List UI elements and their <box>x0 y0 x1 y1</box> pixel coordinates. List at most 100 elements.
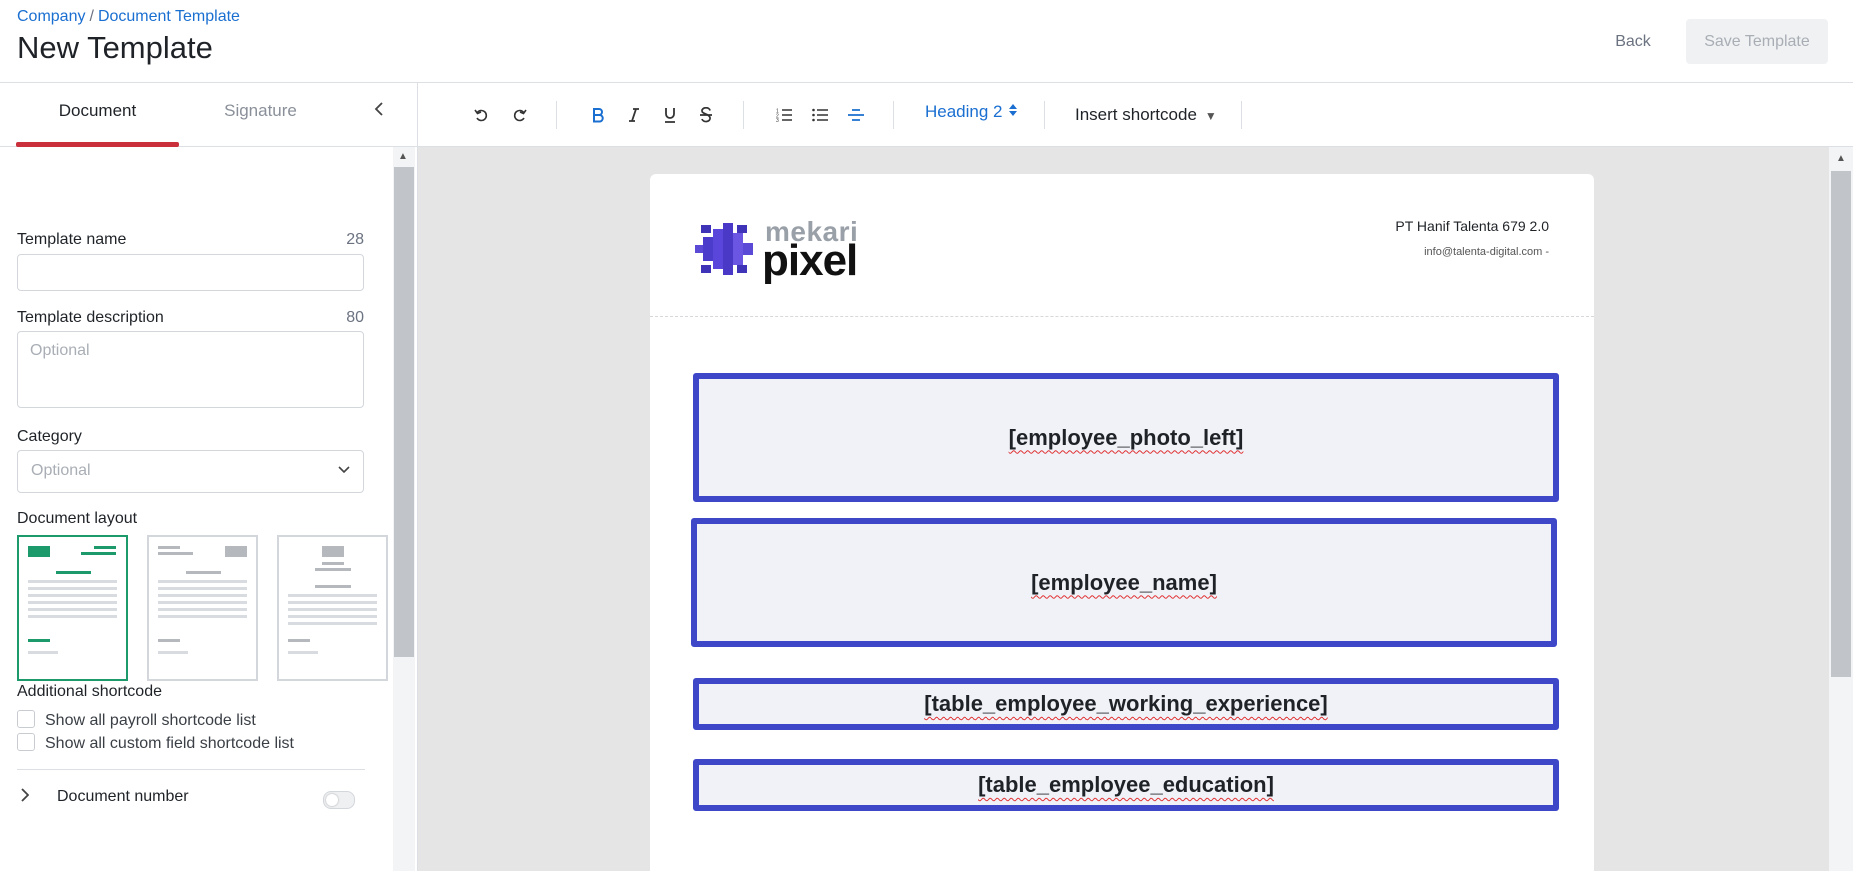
layout-line <box>158 651 188 654</box>
breadcrumb-company-link[interactable]: Company <box>17 8 85 25</box>
breadcrumb-document-template-link[interactable]: Document Template <box>98 8 240 25</box>
save-template-button[interactable]: Save Template <box>1686 19 1828 64</box>
template-name-char-count: 28 <box>346 231 364 248</box>
layout-option-left-logo[interactable] <box>17 535 128 681</box>
heading-select-value: Heading 2 <box>925 102 1003 121</box>
scroll-up-arrow-icon[interactable]: ▲ <box>398 151 408 162</box>
logo-text-bottom: pixel <box>762 236 858 285</box>
settings-sidebar: Document Signature Template name 28 Temp… <box>0 83 418 871</box>
layout-line <box>288 601 377 604</box>
payroll-shortcode-label: Show all payroll shortcode list <box>45 712 256 729</box>
toolbar-separator <box>1044 101 1045 129</box>
svg-text:3: 3 <box>776 118 779 122</box>
layout-line <box>28 615 117 618</box>
canvas-scrollbar-thumb[interactable] <box>1831 171 1851 677</box>
editor-toolbar: 123 Heading 2 Insert shortcode ▼ <box>418 83 1853 147</box>
document-header: mekari pixel PT Hanif Talenta 679 2.0 in… <box>650 174 1594 317</box>
document-number-section[interactable]: Document number <box>17 786 365 810</box>
breadcrumb-separator: / <box>89 8 94 25</box>
shortcode-text: [table_employee_education] <box>978 772 1274 797</box>
undo-icon[interactable] <box>468 103 494 127</box>
align-center-icon[interactable] <box>843 103 869 127</box>
chevron-down-icon <box>338 461 350 477</box>
layout-line <box>158 601 247 604</box>
scroll-up-arrow-icon[interactable]: ▲ <box>1836 153 1846 164</box>
document-number-label: Document number <box>57 788 189 805</box>
shortcode-text: [employee_photo_left] <box>1008 424 1244 450</box>
layout-line <box>288 651 318 654</box>
ordered-list-icon[interactable]: 123 <box>771 103 797 127</box>
layout-logo-block <box>28 546 50 557</box>
category-label: Category <box>17 428 82 445</box>
company-logo: mekari pixel <box>695 216 865 285</box>
custom-field-shortcode-label: Show all custom field shortcode list <box>45 735 294 752</box>
template-description-label: Template description <box>17 309 164 326</box>
custom-field-shortcode-option[interactable]: Show all custom field shortcode list <box>17 733 294 753</box>
additional-shortcode-label: Additional shortcode <box>17 683 162 700</box>
template-name-label: Template name <box>17 231 127 248</box>
layout-line <box>28 608 117 611</box>
strikethrough-icon[interactable] <box>693 103 719 127</box>
layout-logo-block <box>225 546 247 557</box>
underline-icon[interactable] <box>657 103 683 127</box>
shortcode-text: [table_employee_working_experience] <box>924 691 1328 716</box>
page-header: Company / Document Template New Template B… <box>0 0 1853 83</box>
template-description-input[interactable] <box>17 331 364 408</box>
heading-select[interactable]: Heading 2 <box>925 102 1017 122</box>
layout-option-center-logo[interactable] <box>277 535 388 681</box>
chevron-right-icon[interactable] <box>21 786 30 807</box>
breadcrumb: Company / Document Template <box>17 8 240 26</box>
document-page[interactable]: mekari pixel PT Hanif Talenta 679 2.0 in… <box>650 174 1594 871</box>
layout-line <box>28 639 50 642</box>
layout-line <box>28 587 117 590</box>
category-placeholder: Optional <box>31 462 91 479</box>
tab-document[interactable]: Document <box>16 83 179 147</box>
tab-signature[interactable]: Signature <box>179 83 342 146</box>
insert-shortcode-dropdown[interactable]: Insert shortcode ▼ <box>1075 105 1217 125</box>
sidebar-scrollbar[interactable]: ▲ <box>393 147 415 871</box>
back-button[interactable]: Back <box>1598 22 1668 62</box>
company-name: PT Hanif Talenta 679 2.0 <box>1395 218 1549 234</box>
collapse-sidebar-chevron-left-icon[interactable] <box>368 99 390 121</box>
category-select[interactable]: Optional <box>17 450 364 493</box>
shortcode-block[interactable]: [table_employee_education] <box>693 759 1559 811</box>
layout-line <box>28 594 117 597</box>
layout-line <box>158 587 247 590</box>
layout-line <box>322 562 344 565</box>
layout-line <box>288 594 377 597</box>
layout-line <box>158 546 180 549</box>
layout-line <box>158 615 247 618</box>
layout-line <box>28 580 117 583</box>
sidebar-scrollbar-thumb[interactable] <box>394 167 414 657</box>
italic-icon[interactable] <box>621 103 647 127</box>
toolbar-separator <box>743 101 744 129</box>
layout-line <box>315 585 351 588</box>
layout-line <box>158 608 247 611</box>
layout-line <box>28 651 58 654</box>
canvas-scrollbar[interactable]: ▲ <box>1829 147 1853 871</box>
document-number-toggle[interactable] <box>323 791 355 809</box>
layout-line <box>315 568 351 571</box>
toolbar-separator <box>893 101 894 129</box>
layout-option-right-logo[interactable] <box>147 535 258 681</box>
payroll-shortcode-option[interactable]: Show all payroll shortcode list <box>17 710 256 730</box>
shortcode-block[interactable]: [employee_name] <box>691 518 1557 647</box>
toolbar-separator <box>556 101 557 129</box>
bold-icon[interactable] <box>585 103 611 127</box>
insert-shortcode-label: Insert shortcode <box>1075 105 1197 124</box>
layout-line <box>288 608 377 611</box>
toolbar-separator <box>1241 101 1242 129</box>
layout-line <box>158 580 247 583</box>
template-description-char-count: 80 <box>346 309 364 326</box>
shortcode-block[interactable]: [table_employee_working_experience] <box>693 678 1559 730</box>
redo-icon[interactable] <box>507 103 533 127</box>
layout-line <box>56 571 91 574</box>
bullet-list-icon[interactable] <box>807 103 833 127</box>
payroll-shortcode-checkbox[interactable] <box>17 710 35 728</box>
mekari-pixel-logo-icon <box>695 223 753 275</box>
shortcode-block[interactable]: [employee_photo_left] <box>693 373 1559 502</box>
template-name-input[interactable] <box>17 254 364 291</box>
custom-field-shortcode-checkbox[interactable] <box>17 733 35 751</box>
sidebar-form: Template name 28 Template description 80… <box>0 147 392 871</box>
caret-down-icon: ▼ <box>1204 109 1217 123</box>
